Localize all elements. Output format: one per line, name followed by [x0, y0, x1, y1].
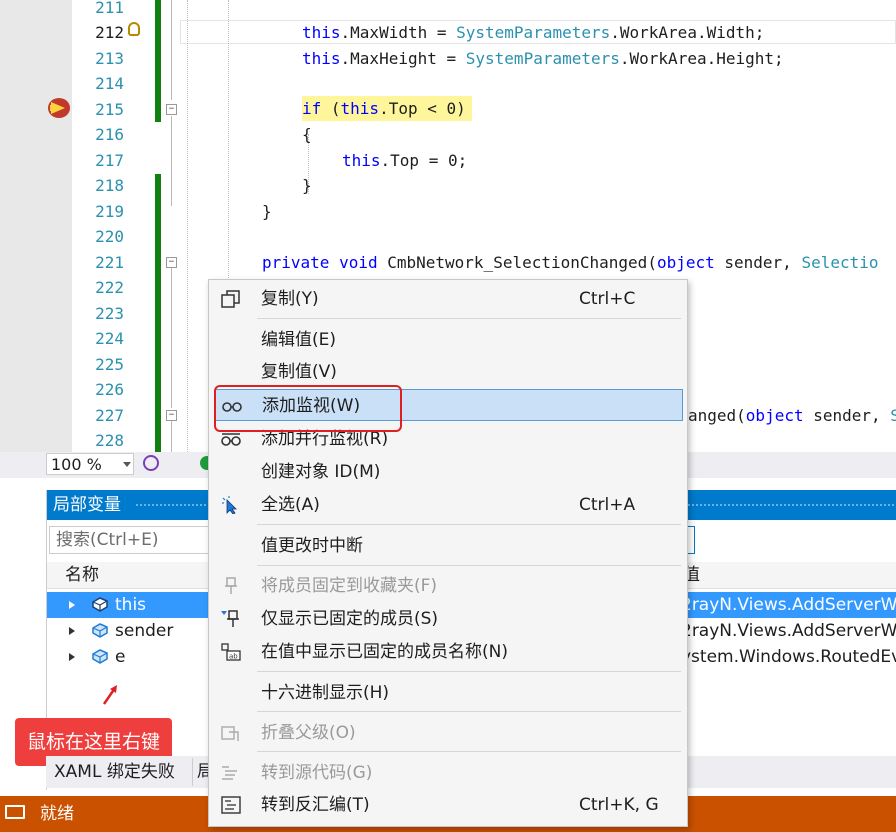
menu-separator — [257, 751, 681, 752]
source-code-icon — [222, 766, 237, 780]
outline-guide — [171, 268, 172, 408]
line-number: 226 — [95, 380, 124, 399]
column-name[interactable]: 名称 — [65, 562, 99, 588]
context-menu: 复制(Y) Ctrl+C 编辑值(E) 复制值(V) 添加监视(W) 添加并行监… — [208, 279, 688, 827]
collapse-icon — [221, 726, 239, 741]
code-line-217[interactable]: this.Top = 0; — [342, 148, 467, 173]
line-number: 211 — [95, 0, 124, 17]
parallel-glasses-icon — [221, 433, 241, 446]
message-icon[interactable] — [5, 805, 25, 819]
line-number: 214 — [95, 74, 124, 93]
expand-arrow-icon[interactable] — [69, 627, 75, 635]
outline-guide — [171, 116, 172, 206]
status-text: 就绪 — [40, 804, 74, 824]
line-number: 218 — [95, 176, 124, 195]
menu-item-copy[interactable]: 复制(Y) Ctrl+C — [209, 283, 687, 315]
svg-text:ab: ab — [229, 653, 238, 661]
locals-search-input[interactable]: 搜索(Ctrl+E) — [49, 526, 209, 554]
lightbulb-icon[interactable] — [128, 22, 140, 36]
line-number: 228 — [95, 431, 124, 450]
zoom-dropdown[interactable]: 100 % — [46, 453, 134, 475]
change-indicator — [155, 174, 161, 452]
zoom-value: 100 % — [51, 455, 102, 474]
code-line-221[interactable]: private void CmbNetwork_SelectionChanged… — [262, 250, 879, 275]
menu-item-break-on-change[interactable]: 值更改时中断 — [209, 530, 687, 562]
code-line-218[interactable]: } — [302, 173, 312, 198]
menu-separator — [257, 318, 681, 319]
menu-separator — [257, 711, 681, 712]
execution-pointer-icon[interactable] — [48, 98, 70, 118]
annotation-highlight-box — [214, 385, 402, 432]
glyph-margin[interactable] — [0, 0, 72, 452]
line-number: 227 — [95, 406, 124, 425]
menu-separator — [257, 671, 681, 672]
locals-title: 局部变量 — [53, 495, 121, 515]
line-number: 217 — [95, 151, 124, 170]
expand-arrow-icon[interactable] — [69, 601, 75, 609]
line-number: 225 — [95, 355, 124, 374]
code-line-213[interactable]: this.MaxHeight = SystemParameters.WorkAr… — [302, 46, 784, 71]
collapse-toggle[interactable]: − — [166, 257, 177, 268]
collapse-toggle[interactable]: − — [166, 410, 177, 421]
line-number: 216 — [95, 125, 124, 144]
pinned-filter-icon — [221, 610, 239, 627]
line-number: 213 — [95, 49, 124, 68]
variable-value: 2rayN.Views.AddServerWir — [681, 595, 896, 615]
tab-xaml-binding-failures[interactable]: XAML 绑定失败 — [54, 758, 175, 786]
variable-name: e — [115, 647, 126, 667]
pin-icon — [225, 577, 237, 594]
line-number: 221 — [95, 253, 124, 272]
code-line-216[interactable]: { — [302, 122, 312, 147]
menu-item-go-to-disassembly[interactable]: 转到反汇编(T) Ctrl+K, G — [209, 789, 687, 821]
code-line-219[interactable]: } — [262, 199, 272, 224]
line-number: 215 — [95, 100, 124, 119]
disassembly-icon — [221, 796, 241, 814]
code-cleanup-icon[interactable] — [143, 455, 159, 471]
line-number: 219 — [95, 202, 124, 221]
menu-item-show-pinned-only[interactable]: 仅显示已固定的成员(S) — [209, 603, 687, 635]
code-line-215[interactable]: if (this.Top < 0) — [302, 96, 466, 121]
menu-item-collapse-parent[interactable]: 折叠父级(O) — [209, 717, 687, 749]
line-number: 224 — [95, 329, 124, 348]
menu-item-show-pinned-names[interactable]: ab 在值中显示已固定的成员名称(N) — [209, 636, 687, 668]
change-indicator — [155, 0, 161, 122]
code-line-227-tail[interactable]: anged(object sender, S — [688, 403, 896, 428]
line-number: 223 — [95, 304, 124, 323]
variable-name: sender — [115, 621, 174, 641]
menu-item-go-to-source[interactable]: 转到源代码(G) — [209, 757, 687, 789]
line-number: 222 — [95, 278, 124, 297]
menu-item-select-all[interactable]: 全选(A) Ctrl+A — [209, 489, 687, 521]
collapse-toggle[interactable]: − — [166, 104, 177, 115]
line-number: 212 — [95, 23, 124, 42]
menu-item-edit-value[interactable]: 编辑值(E) — [209, 324, 687, 356]
menu-separator — [257, 524, 681, 525]
menu-item-make-object-id[interactable]: 创建对象 ID(M) — [209, 456, 687, 488]
variable-name: this — [115, 595, 147, 615]
select-all-icon — [222, 496, 237, 514]
menu-item-hex-display[interactable]: 十六进制显示(H) — [209, 677, 687, 709]
menu-item-pin-favorites[interactable]: 将成员固定到收藏夹(F) — [209, 570, 687, 602]
copy-icon — [221, 290, 240, 308]
pinned-names-icon: ab — [221, 643, 241, 661]
chevron-down-icon — [123, 462, 131, 467]
object-icon — [92, 597, 108, 612]
outline-guide — [171, 421, 172, 452]
indent-guide — [187, 0, 188, 452]
line-number: 220 — [95, 227, 124, 246]
menu-item-copy-value[interactable]: 复制值(V) — [209, 356, 687, 388]
expand-arrow-icon[interactable] — [69, 653, 75, 661]
variable-value: ystem.Windows.RoutedEve — [681, 647, 896, 667]
object-icon — [92, 623, 108, 638]
menu-separator — [257, 565, 681, 566]
code-line-212[interactable]: this.MaxWidth = SystemParameters.WorkAre… — [302, 20, 764, 45]
object-icon — [92, 649, 108, 664]
variable-value: 2rayN.Views.AddServerWir — [681, 621, 896, 641]
annotation-arrow-icon — [102, 685, 117, 705]
outline-guide — [171, 0, 172, 100]
